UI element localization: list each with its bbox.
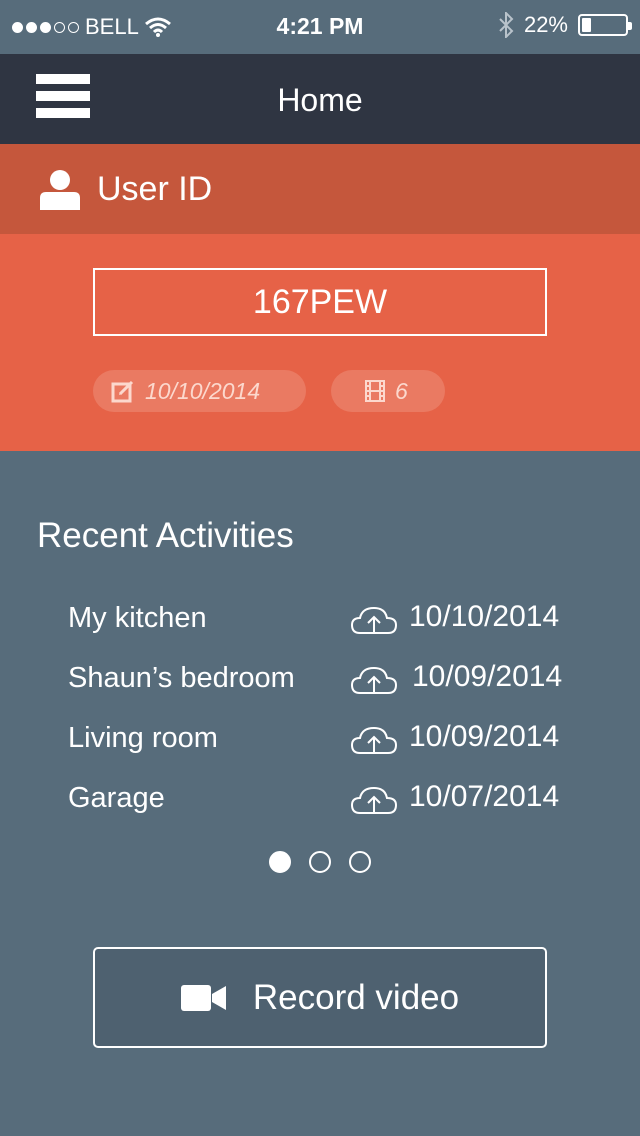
- edit-icon: [111, 380, 134, 403]
- activity-date: 10/07/2014: [409, 780, 560, 813]
- record-video-button[interactable]: Record video: [93, 947, 547, 1048]
- activity-name: Shaun’s bedroom: [68, 662, 295, 694]
- cloud-upload-icon: [350, 666, 398, 694]
- video-count-badge: 6: [331, 370, 445, 412]
- page-dot[interactable]: [349, 851, 371, 873]
- cloud-upload-icon: [350, 606, 398, 634]
- activity-name: Garage: [68, 782, 165, 814]
- user-id-label: User ID: [97, 170, 213, 208]
- recent-activities-title: Recent Activities: [37, 516, 294, 555]
- film-icon: [365, 380, 385, 402]
- cloud-upload-icon: [350, 786, 398, 814]
- activity-row[interactable]: My kitchen 10/10/2014: [68, 596, 588, 640]
- cloud-upload-icon: [350, 726, 398, 754]
- page-dot[interactable]: [269, 851, 291, 873]
- bluetooth-icon: [499, 12, 514, 38]
- activity-row[interactable]: Living room 10/09/2014: [68, 716, 588, 760]
- activity-date: 10/09/2014: [412, 660, 563, 693]
- status-right: 22%: [498, 12, 632, 38]
- battery-icon: [578, 14, 632, 36]
- video-count: 6: [395, 377, 408, 404]
- activity-name: Living room: [68, 722, 218, 754]
- record-video-label: Record video: [252, 977, 460, 1017]
- activity-date: 10/10/2014: [409, 600, 560, 633]
- battery-percent: 22%: [523, 12, 568, 37]
- user-id-value[interactable]: 167PEW: [93, 268, 547, 336]
- status-bar: BELL 4:21 PM 22%: [0, 0, 640, 54]
- user-icon: [40, 170, 80, 210]
- user-panel: 167PEW 10/10/2014 6: [0, 234, 640, 451]
- activity-row[interactable]: Shaun’s bedroom 10/09/2014: [68, 656, 588, 700]
- navbar: Home: [0, 54, 640, 144]
- page-dot[interactable]: [309, 851, 331, 873]
- page-title: Home: [277, 82, 363, 118]
- user-header: User ID: [0, 144, 640, 234]
- page-indicator: [0, 851, 640, 873]
- activity-name: My kitchen: [68, 602, 207, 634]
- video-camera-icon: [180, 984, 226, 1011]
- last-edited-date: 10/10/2014: [145, 377, 261, 404]
- last-edited-badge: 10/10/2014: [93, 370, 306, 412]
- activity-date: 10/09/2014: [409, 720, 560, 753]
- activity-row[interactable]: Garage 10/07/2014: [68, 776, 588, 820]
